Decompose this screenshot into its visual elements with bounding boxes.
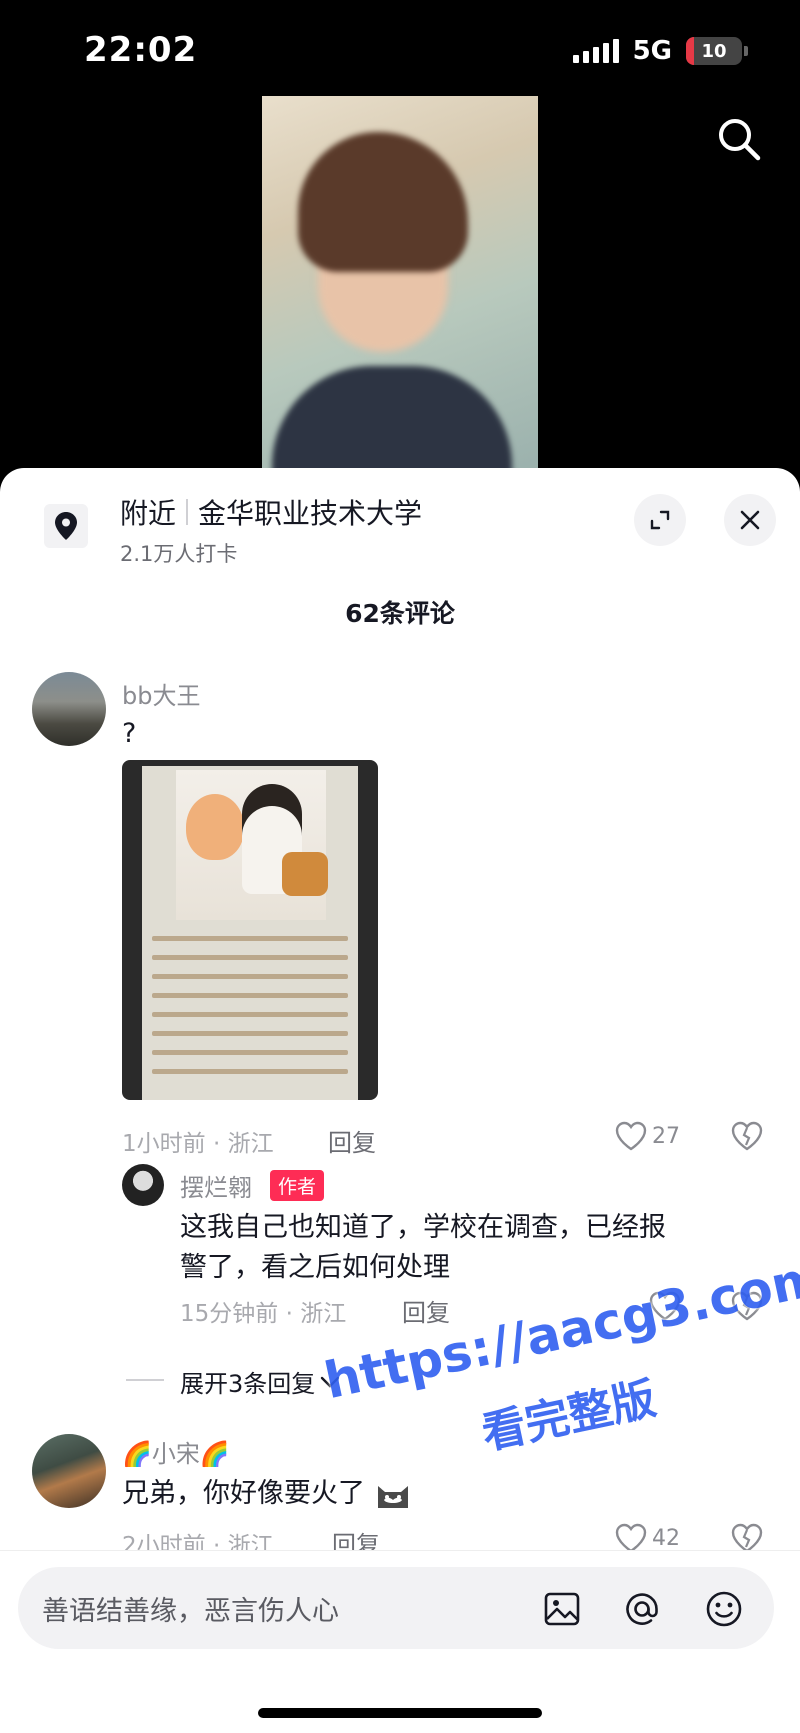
rainbow-emoji: 🌈 [122, 1440, 152, 1468]
reply-username[interactable]: 摆烂翱 [180, 1168, 252, 1203]
expand-icon [650, 510, 670, 530]
emoji-icon[interactable] [702, 1587, 746, 1631]
comment-username[interactable]: 🌈小宋🌈 [122, 1434, 230, 1469]
rainbow-emoji: 🌈 [199, 1440, 230, 1468]
image-icon[interactable] [540, 1587, 584, 1631]
image-cushion [282, 852, 328, 896]
expand-replies-label: 展开3条回复 [180, 1370, 316, 1398]
reply-time: 15分钟前 · 浙江 [180, 1301, 347, 1327]
author-badge: 作者 [270, 1170, 325, 1201]
location-pin-icon[interactable] [44, 504, 88, 548]
battery-tip [744, 46, 748, 56]
like-count: 27 [652, 1123, 680, 1149]
comment-username-text: 小宋 [151, 1440, 200, 1468]
expand-replies-button[interactable]: 展开3条回复 [180, 1364, 341, 1399]
expand-divider [126, 1379, 164, 1381]
reply-text-line2: 警了，看之后如何处理 [180, 1252, 450, 1283]
avatar[interactable] [122, 1164, 164, 1206]
video-figure-shirt [272, 366, 512, 468]
comment-sheet: 附近 金华职业技术大学 2.1万人打卡 62条评论 bb大王 ? 1小时前 · … [0, 468, 800, 1733]
status-bar: 22:02 5G 10 [0, 0, 800, 96]
search-icon[interactable] [714, 114, 764, 164]
comment-input[interactable]: 善语结善缘，恶言伤人心 [18, 1567, 774, 1649]
avatar[interactable] [32, 672, 106, 746]
mention-icon[interactable] [620, 1587, 664, 1631]
poi-name: 金华职业技术大学 [198, 497, 423, 530]
broken-heart-icon [731, 1121, 763, 1151]
status-indicators: 5G 10 [572, 36, 748, 66]
reply-button[interactable]: 回复 [402, 1293, 450, 1328]
close-button[interactable] [724, 494, 776, 546]
comment-time: 1小时前 · 浙江 [122, 1131, 274, 1157]
watermark-caption: 看完整版 [477, 1373, 661, 1460]
like-button[interactable]: 27 [614, 1120, 680, 1152]
poi-label: 附近 [120, 497, 177, 530]
comment-input-bar: 善语结善缘，恶言伤人心 [0, 1550, 800, 1733]
reply-text-line1: 这我自己也知道了，学校在调查，已经报 [180, 1212, 666, 1243]
video-preview[interactable] [262, 96, 538, 468]
poi-separator [186, 499, 189, 525]
image-tiger-mascot [186, 794, 244, 860]
poi-checkins: 2.1万人打卡 [120, 542, 238, 566]
input-placeholder: 善语结善缘，恶言伤人心 [42, 1596, 339, 1627]
comment-count: 62条评论 [345, 599, 455, 628]
reply-button[interactable]: 回复 [328, 1123, 376, 1158]
comment-image[interactable] [122, 760, 378, 1100]
image-text-lines [152, 936, 348, 1088]
poi-title[interactable]: 附近 金华职业技术大学 [120, 492, 422, 532]
heart-icon [615, 1121, 647, 1151]
cat-emoji-icon [377, 1485, 408, 1508]
home-indicator[interactable] [258, 1708, 542, 1718]
status-time: 22:02 [84, 30, 198, 70]
signal-icon [572, 39, 619, 63]
dislike-button[interactable] [730, 1120, 764, 1156]
comment-text: ? [122, 718, 137, 749]
comment-text-wrap: 兄弟，你好像要火了 [122, 1474, 412, 1514]
avatar[interactable] [32, 1434, 106, 1508]
fullscreen-button[interactable] [634, 494, 686, 546]
network-type: 5G [632, 36, 672, 66]
battery-level: 10 [701, 40, 727, 62]
close-icon [740, 510, 760, 530]
like-count: 42 [652, 1525, 680, 1551]
battery-icon: 10 [686, 37, 742, 65]
video-figure-hair [298, 132, 468, 272]
comment-username[interactable]: bb大王 [122, 676, 200, 711]
comment-text: 兄弟，你好像要火了 [122, 1478, 365, 1509]
